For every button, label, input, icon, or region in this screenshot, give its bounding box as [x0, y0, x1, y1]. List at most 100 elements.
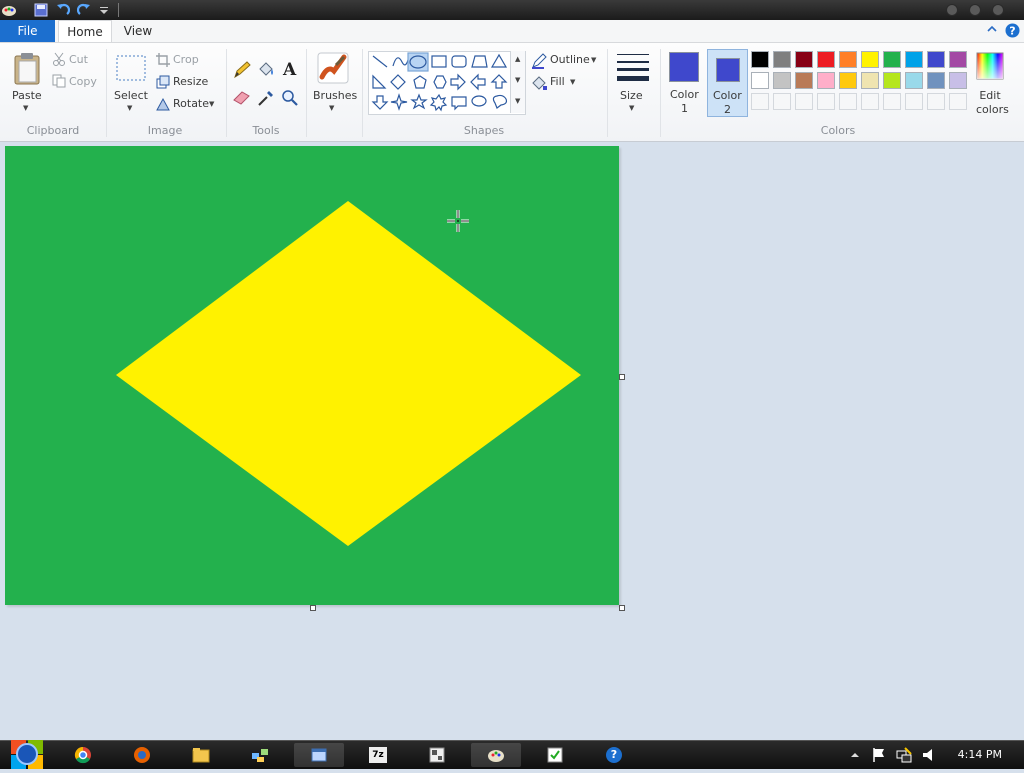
paste-dropdown-icon[interactable]: ▼: [23, 104, 28, 112]
minimize-ribbon-icon[interactable]: [986, 23, 998, 38]
customize-icon[interactable]: [96, 2, 112, 18]
palette-swatch[interactable]: [773, 51, 791, 68]
magnifier-icon[interactable]: [281, 89, 299, 110]
pencil-icon[interactable]: [233, 61, 251, 82]
edit-colors-button[interactable]: Edit colors: [976, 89, 1009, 117]
palette-swatch[interactable]: [949, 51, 967, 68]
palette-swatch-empty[interactable]: [861, 93, 879, 110]
select-dropdown-icon[interactable]: ▼: [127, 104, 132, 112]
palette-swatch[interactable]: [751, 51, 769, 68]
size-button[interactable]: Size: [620, 89, 643, 102]
chevron-down-icon[interactable]: ▼: [515, 76, 520, 84]
flag-icon[interactable]: [872, 747, 886, 766]
palette-swatch[interactable]: [883, 51, 901, 68]
palette-swatch[interactable]: [949, 72, 967, 89]
resize-handle-corner[interactable]: [619, 605, 625, 611]
show-hidden-icons-icon[interactable]: [850, 750, 860, 763]
color1-number: 1: [681, 102, 688, 115]
crop-button[interactable]: Crop: [173, 53, 199, 66]
outline-button[interactable]: Outline: [550, 53, 590, 66]
taskbar-explorer[interactable]: [176, 743, 226, 767]
cut-button[interactable]: Cut: [69, 53, 88, 66]
palette-swatch-empty[interactable]: [817, 93, 835, 110]
palette-swatch[interactable]: [927, 72, 945, 89]
palette-swatch[interactable]: [839, 72, 857, 89]
text-icon[interactable]: A: [281, 59, 299, 82]
drawing-canvas[interactable]: [5, 146, 619, 605]
color2-button[interactable]: Color 2: [707, 49, 748, 117]
tab-view[interactable]: View: [116, 20, 160, 42]
palette-swatch[interactable]: [905, 51, 923, 68]
rotate-dropdown-icon[interactable]: ▼: [209, 100, 214, 108]
fill-button[interactable]: Fill: [550, 75, 565, 88]
paste-button[interactable]: Paste: [12, 89, 42, 102]
color1-button[interactable]: Color 1: [666, 49, 706, 117]
brushes-icon[interactable]: [316, 51, 350, 88]
palette-swatch-empty[interactable]: [883, 93, 901, 110]
help-icon[interactable]: ?: [1005, 23, 1020, 41]
resize-handle-bottom[interactable]: [310, 605, 316, 611]
palette-swatch[interactable]: [861, 72, 879, 89]
taskbar-7zip[interactable]: 7z: [353, 743, 403, 767]
copy-button[interactable]: Copy: [69, 75, 97, 88]
palette-swatch[interactable]: [861, 51, 879, 68]
palette-swatch-empty[interactable]: [927, 93, 945, 110]
palette-swatch[interactable]: [883, 72, 901, 89]
taskbar-network[interactable]: [235, 743, 285, 767]
palette-swatch[interactable]: [795, 72, 813, 89]
size-icon[interactable]: [616, 51, 650, 86]
taskbar-clock[interactable]: 4:14 PM: [958, 748, 1002, 761]
palette-swatch-empty[interactable]: [905, 93, 923, 110]
chevron-up-icon[interactable]: ▲: [515, 55, 520, 63]
palette-swatch[interactable]: [817, 72, 835, 89]
palette-swatch-empty[interactable]: [773, 93, 791, 110]
palette-swatch-empty[interactable]: [839, 93, 857, 110]
taskbar-chrome[interactable]: [58, 743, 108, 767]
select-icon[interactable]: [116, 55, 146, 84]
palette-swatch-empty[interactable]: [795, 93, 813, 110]
save-icon[interactable]: [33, 2, 49, 18]
fill-icon[interactable]: [257, 61, 275, 82]
palette-swatch[interactable]: [773, 72, 791, 89]
tab-home[interactable]: Home: [58, 20, 112, 43]
start-button[interactable]: [10, 738, 44, 770]
palette-swatch[interactable]: [795, 51, 813, 68]
fill-dropdown-icon[interactable]: ▼: [570, 78, 575, 86]
maximize-button[interactable]: [969, 4, 981, 16]
redo-icon[interactable]: [76, 2, 92, 18]
color-picker-icon[interactable]: [257, 89, 275, 110]
taskbar-firefox[interactable]: [117, 743, 167, 767]
palette-swatch-empty[interactable]: [949, 93, 967, 110]
close-button[interactable]: [992, 4, 1004, 16]
eraser-icon[interactable]: [233, 89, 251, 108]
taskbar-control[interactable]: [412, 743, 462, 767]
edit-colors-icon[interactable]: [975, 51, 1005, 84]
tab-file[interactable]: File: [0, 20, 55, 42]
palette-swatch[interactable]: [839, 51, 857, 68]
palette-swatch[interactable]: [905, 72, 923, 89]
outline-dropdown-icon[interactable]: ▼: [591, 56, 596, 64]
palette-swatch[interactable]: [751, 72, 769, 89]
taskbar-window[interactable]: [294, 743, 344, 767]
select-button[interactable]: Select: [114, 89, 148, 102]
minimize-button[interactable]: [946, 4, 958, 16]
taskbar-help[interactable]: ?: [589, 743, 639, 767]
taskbar-tasks[interactable]: [530, 743, 580, 767]
size-dropdown-icon[interactable]: ▼: [629, 104, 634, 112]
palette-swatch-empty[interactable]: [751, 93, 769, 110]
brushes-dropdown-icon[interactable]: ▼: [329, 104, 334, 112]
palette-swatch[interactable]: [927, 51, 945, 68]
brushes-button[interactable]: Brushes: [313, 89, 357, 102]
palette-swatch[interactable]: [817, 51, 835, 68]
volume-icon[interactable]: [922, 747, 936, 766]
undo-icon[interactable]: [55, 2, 71, 18]
shapes-scrollbar[interactable]: ▲ ▼ ▼: [510, 51, 525, 113]
paste-icon[interactable]: [12, 52, 42, 89]
resize-button[interactable]: Resize: [173, 75, 208, 88]
network-status-icon[interactable]: [896, 747, 912, 766]
taskbar-paint[interactable]: [471, 743, 521, 767]
resize-handle-right[interactable]: [619, 374, 625, 380]
rotate-button[interactable]: Rotate: [173, 97, 209, 110]
paint-app-icon[interactable]: [1, 2, 17, 18]
expand-icon[interactable]: ▼: [515, 97, 520, 105]
